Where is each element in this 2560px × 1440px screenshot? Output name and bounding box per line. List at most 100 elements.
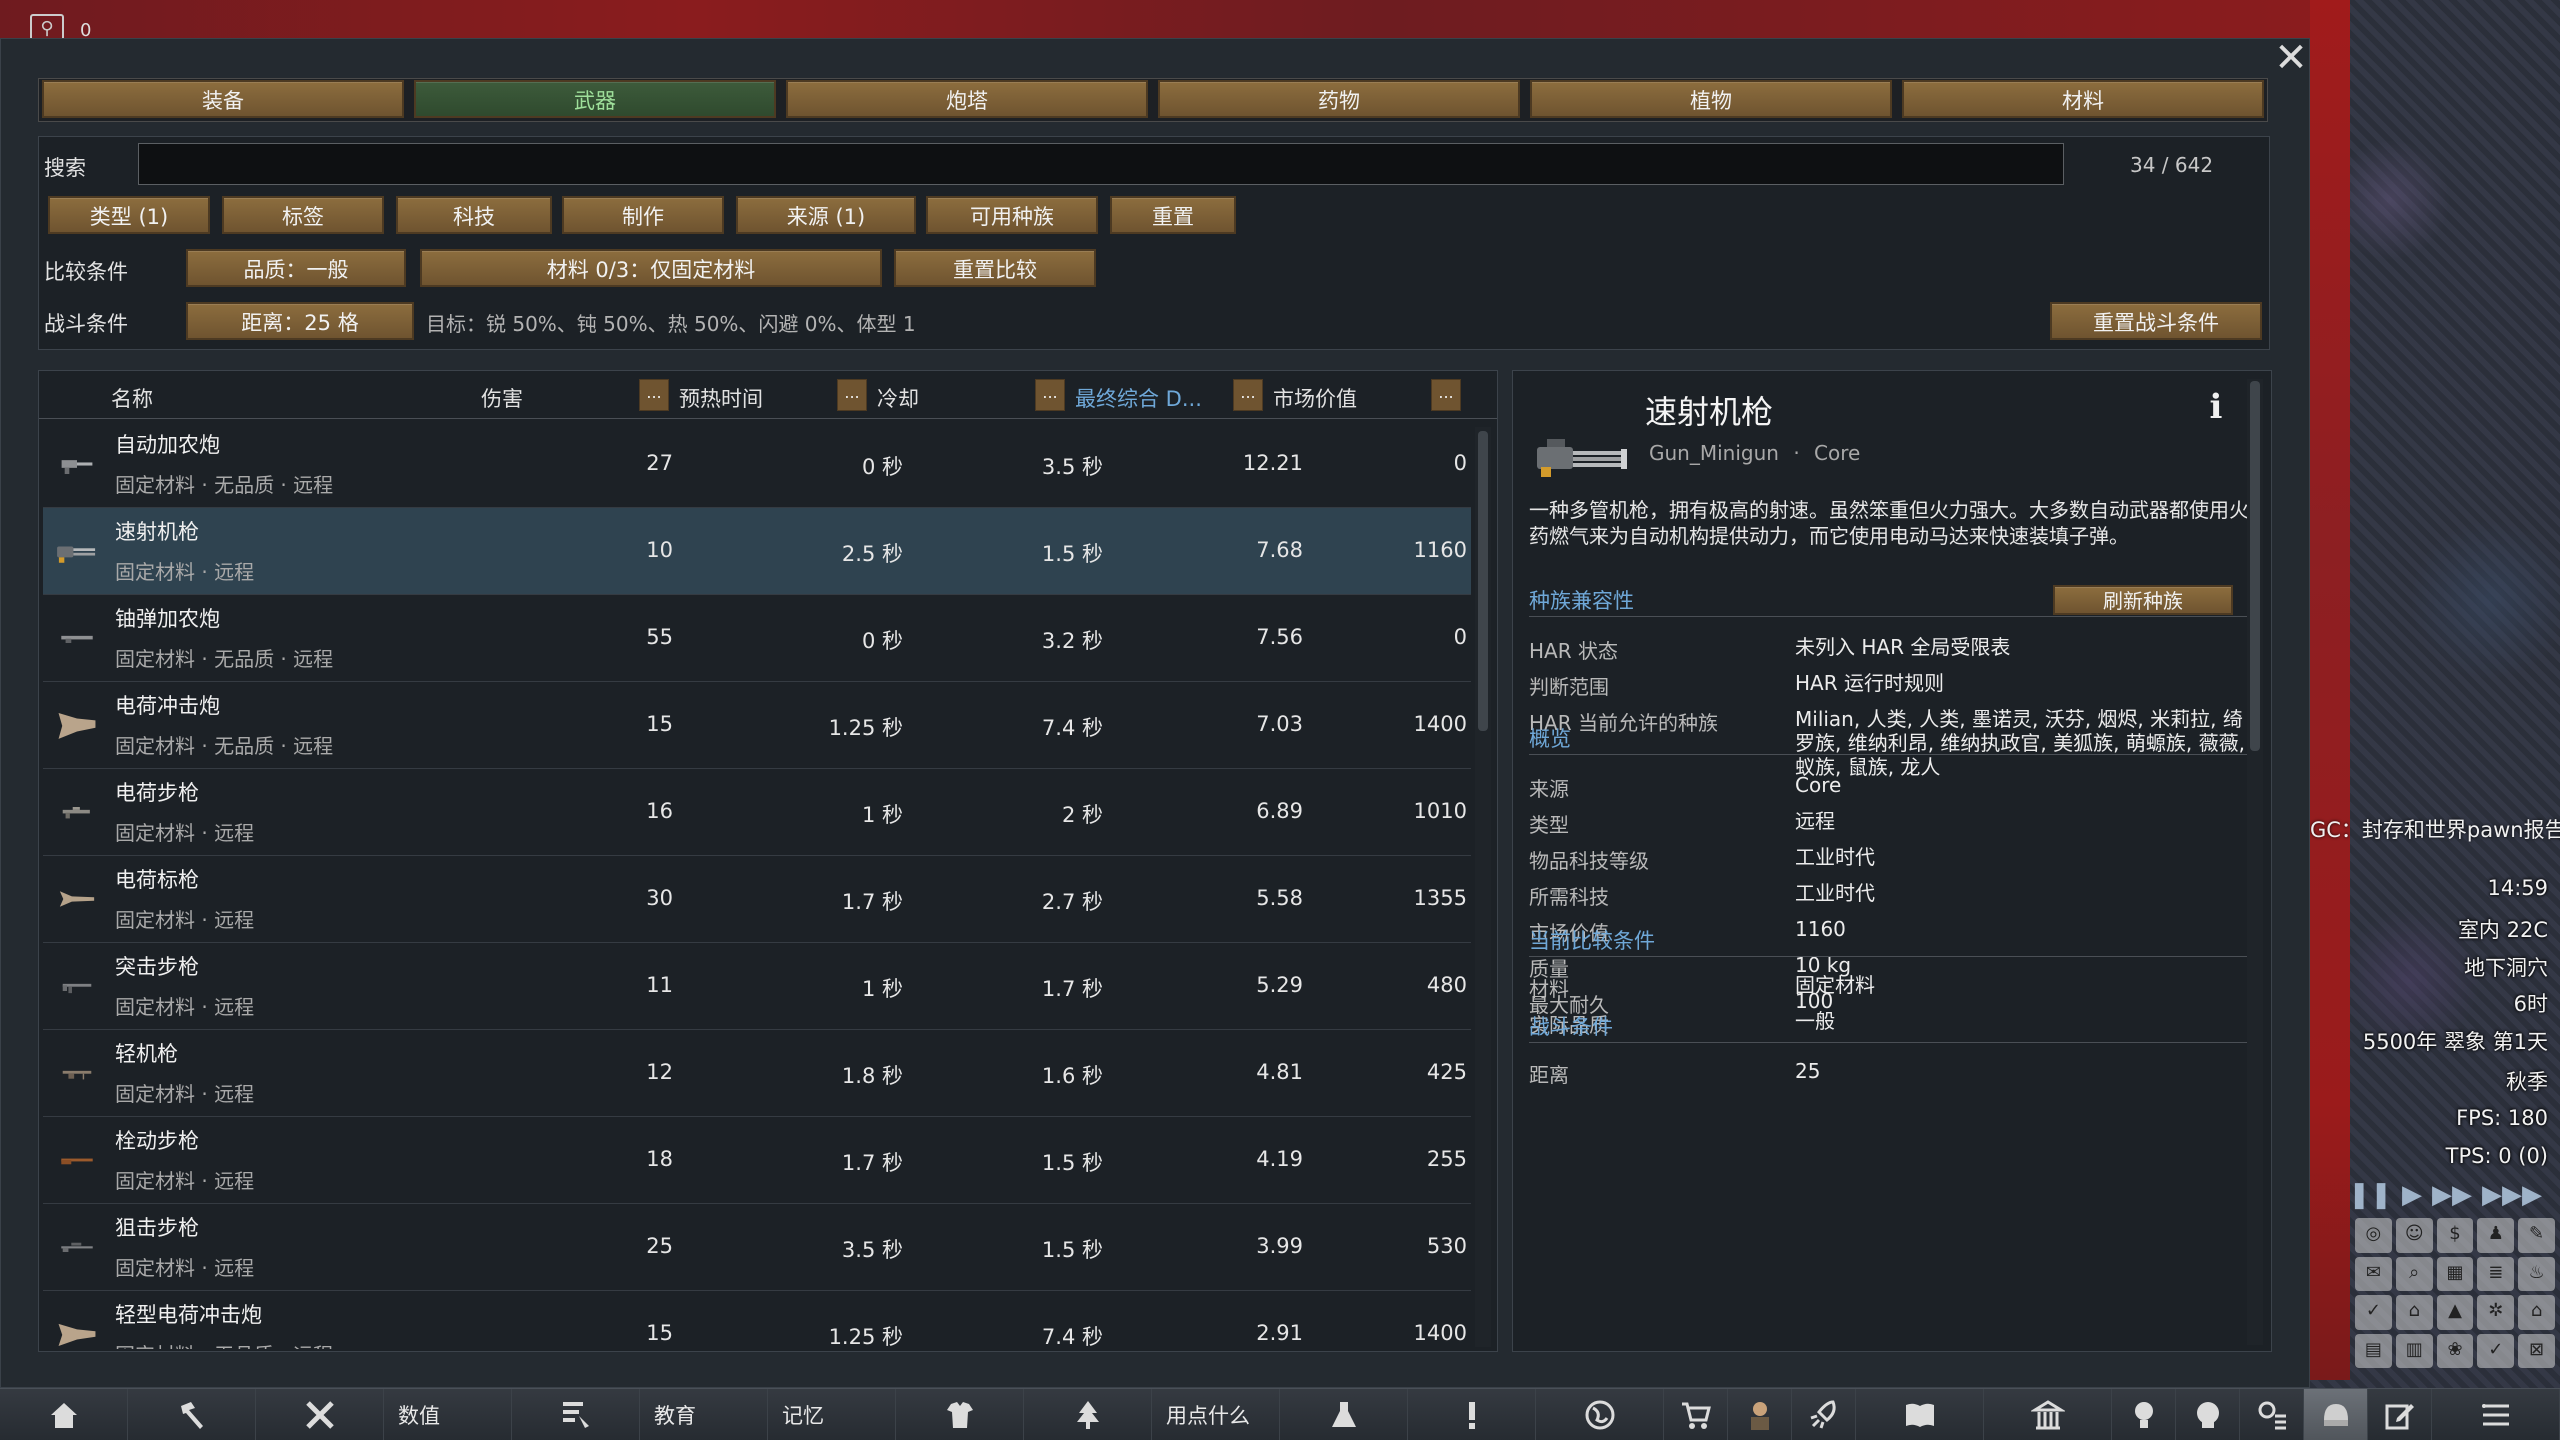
colonist-icon[interactable]: ☺	[2395, 1218, 2433, 1253]
compass-icon[interactable]: ✲	[2477, 1295, 2515, 1330]
table-scrollbar-thumb[interactable]	[1478, 431, 1488, 731]
column-warmup[interactable]: 预热时间	[679, 383, 763, 413]
fast-forward-icon[interactable]: ▶▶	[2432, 1180, 2472, 1210]
roof-icon[interactable]: ⌂	[2518, 1295, 2555, 1330]
main-menu-button[interactable]	[2432, 1389, 2560, 1440]
play-icon[interactable]: ▶	[2402, 1180, 2422, 1210]
work-button[interactable]	[256, 1389, 384, 1440]
world-button[interactable]	[1536, 1389, 1664, 1440]
menu-button[interactable]	[0, 1389, 128, 1440]
info-icon[interactable]: i	[2201, 389, 2231, 425]
check-icon[interactable]: ✓	[2355, 1295, 2392, 1330]
filter-tags-button[interactable]: 标签	[222, 196, 384, 234]
stats-button[interactable]: 数值	[384, 1389, 512, 1440]
detail-scrollbar[interactable]	[2247, 379, 2263, 1345]
temperature-icon[interactable]: ♨	[2518, 1256, 2555, 1291]
what-to-use-button[interactable]: 用点什么	[1152, 1389, 1280, 1440]
ideology-button[interactable]	[2176, 1389, 2240, 1440]
column-cooldown-options-button[interactable]: ...	[1035, 379, 1065, 411]
column-value-options-button[interactable]: ...	[1431, 379, 1461, 411]
home-icon[interactable]: ⌂	[2395, 1295, 2433, 1330]
column-damage-options-button[interactable]: ...	[639, 379, 669, 411]
column-warmup-options-button[interactable]: ...	[837, 379, 867, 411]
grid-icon[interactable]: ▤	[2355, 1333, 2392, 1368]
settings-button[interactable]	[2240, 1389, 2304, 1440]
chart-icon[interactable]: ▥	[2395, 1333, 2433, 1368]
tab-drugs[interactable]: 药物	[1158, 80, 1520, 118]
detail-scrollbar-thumb[interactable]	[2250, 381, 2260, 751]
table-row[interactable]: 电荷标枪 固定材料 · 远程 30 1.7 秒 2.7 秒 5.58 1355	[43, 856, 1471, 943]
factions-button[interactable]	[1728, 1389, 1792, 1440]
table-scrollbar[interactable]	[1475, 427, 1491, 1347]
close-button[interactable]: ✕	[2272, 38, 2310, 78]
reset-combat-button[interactable]: 重置战斗条件	[2050, 302, 2262, 340]
tab-materials[interactable]: 材料	[1902, 80, 2264, 118]
material-button[interactable]: 材料 0/3：仅固定材料	[420, 249, 882, 287]
table-row[interactable]: 轻机枪 固定材料 · 远程 12 1.8 秒 1.6 秒 4.81 425	[43, 1030, 1471, 1117]
detail-row: 类型 远程	[1529, 803, 2249, 839]
lock-icon[interactable]: ⊠	[2518, 1333, 2555, 1368]
search-input[interactable]	[138, 143, 2064, 185]
quests-button[interactable]	[1408, 1389, 1536, 1440]
zone-icon[interactable]: ▦	[2436, 1256, 2474, 1291]
filter-source-button[interactable]: 来源 (1)	[736, 196, 916, 234]
column-final-dps[interactable]: 最终综合 D...	[1075, 383, 1202, 413]
brush-icon[interactable]: ✎	[2518, 1218, 2555, 1253]
quality-button[interactable]: 品质：一般	[186, 249, 406, 287]
edit-button[interactable]	[2368, 1389, 2432, 1440]
filter-reset-button[interactable]: 重置	[1110, 196, 1236, 234]
pause-icon[interactable]: ❚❚	[2348, 1180, 2392, 1210]
column-market-value[interactable]: 市场价值	[1273, 383, 1357, 413]
column-dps-options-button[interactable]: ...	[1233, 379, 1263, 411]
column-cooldown[interactable]: 冷却	[877, 383, 919, 413]
time-speed-controls[interactable]: ❚❚ ▶ ▶▶ ▶▶▶	[2348, 1180, 2542, 1210]
history-button[interactable]	[1856, 1389, 1984, 1440]
trade-button[interactable]	[1664, 1389, 1728, 1440]
world-icon[interactable]: ◎	[2355, 1218, 2392, 1253]
table-row[interactable]: 电荷冲击炮 固定材料 · 无品质 · 远程 15 1.25 秒 7.4 秒 7.…	[43, 682, 1471, 769]
filter-type-button[interactable]: 类型 (1)	[48, 196, 210, 234]
schedule-button[interactable]	[512, 1389, 640, 1440]
distance-button[interactable]: 距离：25 格	[186, 302, 414, 340]
animals-button[interactable]	[1024, 1389, 1152, 1440]
table-row[interactable]: 速射机枪 固定材料 · 远程 10 2.5 秒 1.5 秒 7.68 1160	[43, 508, 1471, 595]
research-button[interactable]	[1280, 1389, 1408, 1440]
assign-button[interactable]	[896, 1389, 1024, 1440]
column-name[interactable]: 名称	[111, 383, 153, 413]
ideas-button[interactable]	[2112, 1389, 2176, 1440]
ship-button[interactable]	[1792, 1389, 1856, 1440]
hud-alert-text[interactable]: GC：封存和世界pawn报告	[2310, 812, 2560, 848]
tab-weapons[interactable]: 武器	[414, 80, 776, 118]
weapon-table: 名称 伤害 ... 预热时间 ... 冷却 ... 最终综合 D... ... …	[38, 370, 1498, 1352]
beauty-icon[interactable]: ❀	[2436, 1333, 2474, 1368]
list-icon[interactable]: ≣	[2477, 1256, 2515, 1291]
item-stats-button[interactable]	[2304, 1389, 2368, 1440]
education-button[interactable]: 教育	[640, 1389, 768, 1440]
tab-turrets[interactable]: 炮塔	[786, 80, 1148, 118]
factions-overview-button[interactable]	[1984, 1389, 2112, 1440]
architect-button[interactable]	[128, 1389, 256, 1440]
table-row[interactable]: 狙击步枪 固定材料 · 远程 25 3.5 秒 1.5 秒 3.99 530	[43, 1204, 1471, 1291]
table-row[interactable]: 自动加农炮 固定材料 · 无品质 · 远程 27 0 秒 3.5 秒 12.21…	[43, 421, 1471, 508]
table-row[interactable]: 电荷步枪 固定材料 · 远程 16 1 秒 2 秒 6.89 1010	[43, 769, 1471, 856]
table-row[interactable]: 突击步枪 固定材料 · 远程 11 1 秒 1.7 秒 5.29 480	[43, 943, 1471, 1030]
tab-plants[interactable]: 植物	[1530, 80, 1892, 118]
filter-races-button[interactable]: 可用种族	[926, 196, 1098, 234]
superfast-icon[interactable]: ▶▶▶	[2482, 1180, 2542, 1210]
refresh-races-button[interactable]: 刷新种族	[2053, 585, 2233, 615]
table-row[interactable]: 铀弹加农炮 固定材料 · 无品质 · 远程 55 0 秒 3.2 秒 7.56 …	[43, 595, 1471, 682]
memory-button[interactable]: 记忆	[768, 1389, 896, 1440]
mountain-icon[interactable]: ▲	[2436, 1295, 2474, 1330]
reset-compare-button[interactable]: 重置比较	[894, 249, 1096, 287]
chat-icon[interactable]: ✉	[2355, 1256, 2392, 1291]
filter-tech-button[interactable]: 科技	[396, 196, 552, 234]
filter-craft-button[interactable]: 制作	[562, 196, 724, 234]
table-row[interactable]: 栓动步枪 固定材料 · 远程 18 1.7 秒 1.5 秒 4.19 255	[43, 1117, 1471, 1204]
money-icon[interactable]: $	[2436, 1218, 2474, 1253]
pawn-icon[interactable]: ♟	[2477, 1218, 2515, 1253]
check2-icon[interactable]: ✓	[2477, 1333, 2515, 1368]
tab-equipment[interactable]: 装备	[42, 80, 404, 118]
magnifier-icon[interactable]: ⌕	[2395, 1256, 2433, 1291]
table-row[interactable]: 轻型电荷冲击炮 固定材料 · 无品质 · 远程 15 1.25 秒 7.4 秒 …	[43, 1291, 1471, 1349]
column-damage[interactable]: 伤害	[481, 383, 523, 413]
